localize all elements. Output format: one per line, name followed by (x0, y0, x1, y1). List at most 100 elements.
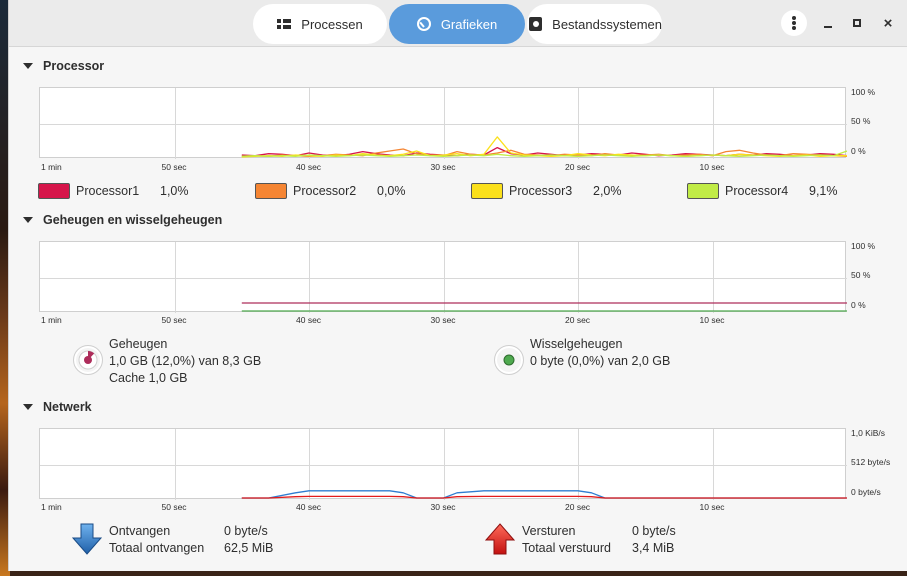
download-arrow-icon[interactable] (72, 523, 102, 555)
processor3-color-swatch[interactable] (471, 183, 503, 199)
close-icon: × (883, 14, 893, 32)
processor2-value: 0,0% (377, 184, 406, 198)
minimize-button[interactable] (815, 10, 841, 36)
processor2-label: Processor2 (293, 184, 357, 198)
cpu-x-tick-label: 20 sec (565, 162, 591, 172)
expander-arrow-icon (23, 217, 33, 223)
gauge-icon (416, 17, 431, 31)
legend-processor3[interactable]: Processor3 (471, 183, 572, 199)
processor1-value: 1,0% (160, 184, 189, 198)
memory-section-header[interactable]: Geheugen en wisselgeheugen (23, 213, 222, 227)
upload-arrow-icon[interactable] (485, 523, 515, 555)
expander-arrow-icon (23, 404, 33, 410)
total-sent-label: Totaal verstuurd (522, 541, 611, 555)
memory-x-tick-label: 20 sec (565, 315, 591, 325)
maximize-button[interactable] (844, 10, 870, 36)
cpu-x-tick-label: 40 sec (296, 162, 322, 172)
swap-usage-pie[interactable] (494, 345, 524, 375)
legend-processor1[interactable]: Processor1 (38, 183, 139, 199)
memory-cache: Cache 1,0 GB (109, 371, 188, 385)
memory-x-tick-label: 50 sec (161, 315, 187, 325)
network-y-tick-label: 512 byte/s (851, 457, 891, 467)
processor4-label: Processor4 (725, 184, 789, 198)
cpu-y-tick-label: 50 % (851, 116, 871, 126)
maximize-icon (853, 19, 861, 27)
expander-arrow-icon (23, 63, 33, 69)
memory-x-tick-label: 40 sec (296, 315, 322, 325)
network-section-header[interactable]: Netwerk (23, 400, 92, 414)
memory-y-tick-label: 50 % (851, 270, 871, 280)
memory-x-tick-label: 1 min (41, 315, 62, 325)
memory-info: Geheugen 1,0 GB (12,0%) van 8,3 GB Cache… (109, 336, 261, 387)
swap-info: Wisselgeheugen 0 byte (0,0%) van 2,0 GB (530, 336, 670, 370)
memory-x-tick-label: 10 sec (699, 315, 725, 325)
swap-label: Wisselgeheugen (530, 337, 623, 351)
processor1-color-swatch[interactable] (38, 183, 70, 199)
network-y-tick-label: 1,0 KiB/s (851, 428, 886, 438)
sent-label: Versturen (522, 524, 576, 538)
network-x-tick-label: 20 sec (565, 502, 591, 512)
memory-y-tick-label: 100 % (851, 241, 876, 251)
processor-title: Processor (43, 59, 105, 73)
network-series-versturen (241, 495, 847, 499)
cpu-x-tick-label: 1 min (41, 162, 62, 172)
cpu-y-tick-label: 100 % (851, 87, 876, 97)
tab-processen-label: Processen (301, 16, 363, 32)
processor-section-header[interactable]: Processor (23, 59, 104, 73)
disk-icon (529, 17, 543, 31)
memory-usage-pie[interactable] (73, 345, 103, 375)
header-bar: Processen Grafieken Bestandssystemen × (9, 0, 907, 47)
memory-label: Geheugen (109, 337, 168, 351)
received-label: Ontvangen (109, 524, 171, 538)
received-value: 0 byte/s (224, 524, 268, 538)
memory-pie-center (84, 356, 92, 364)
processor3-value: 2,0% (593, 184, 622, 198)
network-y-tick-label: 0 byte/s (851, 487, 881, 497)
memory-x-axis: 1 min 50 sec 40 sec 30 sec 20 sec 10 sec (39, 315, 849, 327)
network-x-tick-label: 30 sec (430, 502, 456, 512)
total-received-value: 62,5 MiB (224, 541, 274, 555)
sent-value: 0 byte/s (632, 524, 676, 538)
tab-grafieken[interactable]: Grafieken (389, 4, 525, 44)
kebab-menu-icon (792, 16, 796, 30)
cpu-graph-canvas (40, 88, 847, 159)
network-x-tick-label: 40 sec (296, 502, 322, 512)
tab-bestandssystemen-label: Bestandssystemen (552, 16, 662, 32)
network-x-tick-label: 1 min (41, 502, 62, 512)
view-switcher: Processen Grafieken Bestandssystemen (253, 4, 664, 44)
memory-graph-canvas (40, 242, 847, 313)
memory-title: Geheugen en wisselgeheugen (43, 213, 223, 227)
legend-processor4[interactable]: Processor4 (687, 183, 788, 199)
tab-processen[interactable]: Processen (253, 4, 387, 44)
received-values: 0 byte/s 62,5 MiB (224, 523, 273, 557)
process-list-icon (277, 17, 292, 31)
cpu-x-tick-label: 10 sec (699, 162, 725, 172)
processor4-value: 9,1% (809, 184, 838, 198)
close-button[interactable]: × (875, 10, 901, 36)
system-monitor-window: Processen Grafieken Bestandssystemen × P… (8, 0, 907, 571)
swap-usage: 0 byte (0,0%) van 2,0 GB (530, 354, 671, 368)
memory-usage: 1,0 GB (12,0%) van 8,3 GB (109, 354, 262, 368)
network-x-tick-label: 50 sec (161, 502, 187, 512)
tab-bestandssystemen[interactable]: Bestandssystemen (527, 4, 662, 44)
cpu-x-axis: 1 min 50 sec 40 sec 30 sec 20 sec 10 sec (39, 162, 849, 174)
swap-indicator-dot (503, 354, 515, 366)
memory-y-tick-label: 0 % (851, 300, 866, 310)
received-info: Ontvangen Totaal ontvangen (109, 523, 204, 557)
memory-x-tick-label: 30 sec (430, 315, 456, 325)
network-x-axis: 1 min 50 sec 40 sec 30 sec 20 sec 10 sec (39, 502, 849, 514)
total-sent-value: 3,4 MiB (632, 541, 675, 555)
tab-grafieken-label: Grafieken (440, 16, 498, 32)
legend-processor2[interactable]: Processor2 (255, 183, 356, 199)
processor4-color-swatch[interactable] (687, 183, 719, 199)
network-graph-canvas (40, 429, 847, 500)
processor2-color-swatch[interactable] (255, 183, 287, 199)
network-x-tick-label: 10 sec (699, 502, 725, 512)
menu-button[interactable] (781, 10, 807, 36)
memory-graph (39, 241, 847, 313)
cpu-graph (39, 87, 847, 159)
cpu-x-tick-label: 50 sec (161, 162, 187, 172)
total-received-label: Totaal ontvangen (109, 541, 205, 555)
cpu-x-tick-label: 30 sec (430, 162, 456, 172)
cpu-y-tick-label: 0 % (851, 146, 866, 156)
